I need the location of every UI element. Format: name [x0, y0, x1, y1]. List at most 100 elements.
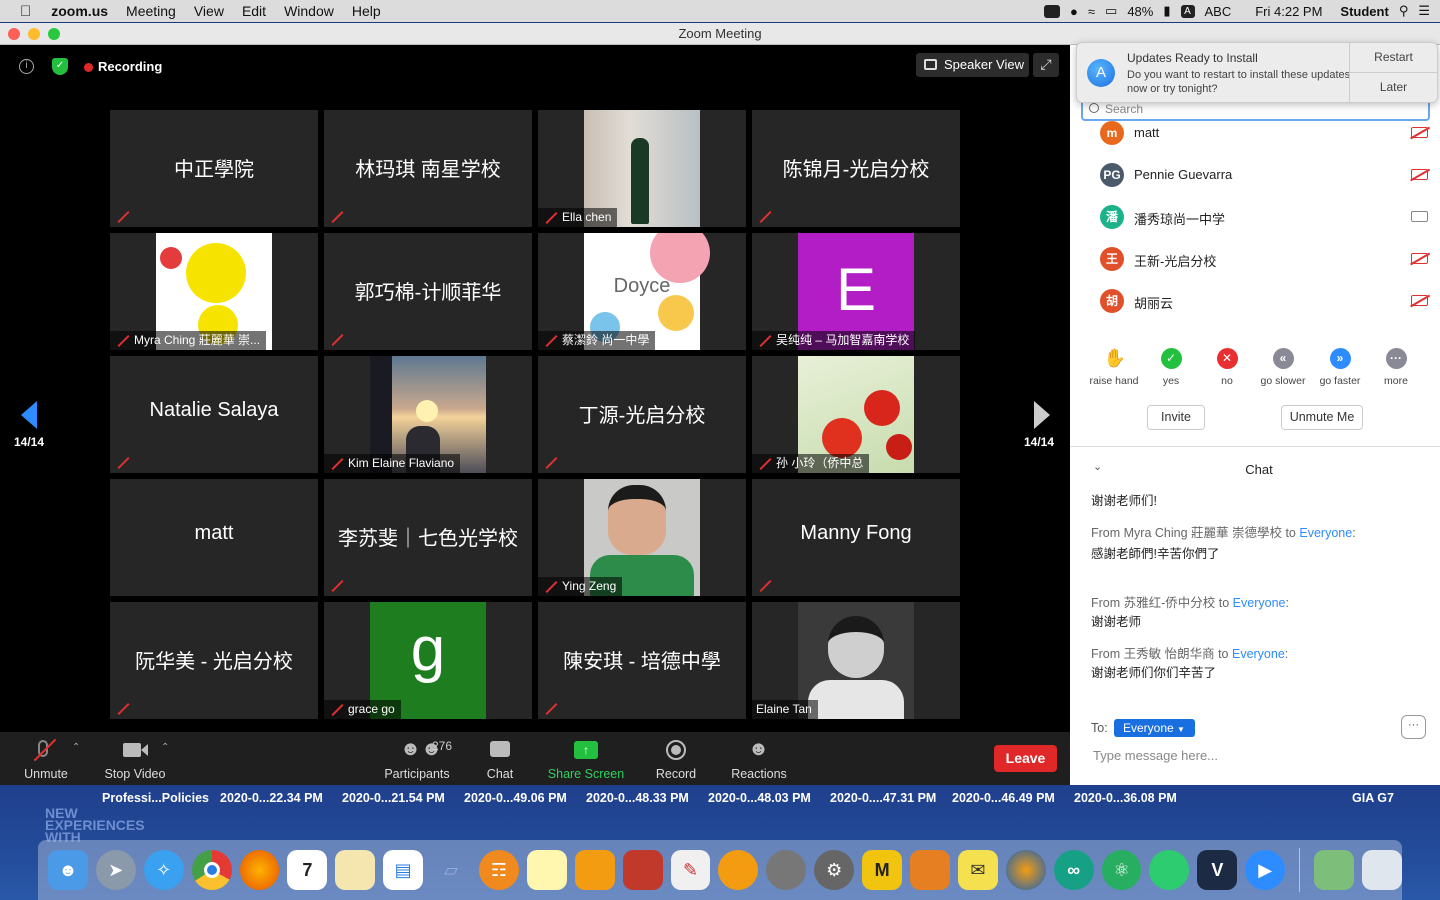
restart-button[interactable]: Restart [1350, 43, 1437, 73]
participant-tile[interactable]: Myra Ching 莊麗華 崇... [110, 233, 318, 350]
raise-hand-button[interactable]: ✋ raise hand [1084, 348, 1144, 387]
archive-icon[interactable] [910, 850, 950, 890]
blender-icon[interactable] [1005, 850, 1046, 890]
desktop-file[interactable]: 2020-0...49.06 PM [464, 791, 567, 805]
encryption-shield-icon[interactable]: ✓ [52, 58, 68, 75]
go-slower-button[interactable]: « go slower [1253, 348, 1313, 387]
system-preferences-icon[interactable]: ⚙ [814, 850, 855, 890]
minimize-window-icon[interactable] [28, 28, 40, 40]
input-source-label[interactable]: ABC [1205, 4, 1232, 19]
keynote-icon[interactable]: ▱ [431, 850, 471, 890]
video-options-chevron-icon[interactable]: ⌃ [161, 742, 169, 753]
menu-clock[interactable]: Fri 4:22 PM [1255, 4, 1322, 19]
photo-booth-icon[interactable] [622, 850, 663, 890]
notification-center-icon[interactable]: ☰ [1418, 3, 1430, 19]
more-feedback-button[interactable]: ··· more [1366, 348, 1426, 387]
audio-options-chevron-icon[interactable]: ⌃ [72, 742, 80, 753]
arduino-icon[interactable]: ∞ [1053, 850, 1094, 890]
participants-button[interactable]: ☻☻ 276 Participants [380, 738, 454, 781]
sketch-icon[interactable]: ✎ [670, 850, 711, 890]
menu-view[interactable]: View [194, 3, 224, 19]
desktop-file[interactable]: GIA G7 [1352, 791, 1394, 805]
menu-app[interactable]: zoom.us [51, 3, 108, 19]
firefox-icon[interactable] [239, 850, 280, 890]
preview-icon[interactable]: ✉ [957, 850, 998, 890]
chat-recipient-select[interactable]: Everyone ▼ [1114, 719, 1195, 737]
yes-button[interactable]: ✓ yes [1141, 348, 1201, 387]
chat-message-input[interactable]: Type message here... [1093, 748, 1218, 763]
downloads-stack-icon[interactable] [1314, 850, 1355, 890]
participant-row[interactable]: 王 王新-光启分校 [1100, 246, 1430, 272]
speaker-view-button[interactable]: Speaker View [916, 53, 1029, 77]
pages-icon[interactable] [335, 850, 376, 890]
desktop-file[interactable]: 2020-0...48.03 PM [708, 791, 811, 805]
menu-edit[interactable]: Edit [242, 3, 266, 19]
participant-tile[interactable]: 郭巧棉-计顺菲华 [324, 233, 532, 350]
unmute-me-button[interactable]: Unmute Me [1281, 405, 1363, 430]
evernote-icon[interactable] [1149, 850, 1190, 890]
prev-page-arrow-icon[interactable] [21, 401, 37, 429]
participant-tile[interactable]: 陈锦月-光启分校 [752, 110, 960, 227]
atom-icon[interactable]: ⚛ [1101, 850, 1142, 890]
later-button[interactable]: Later [1350, 73, 1437, 103]
participant-tile[interactable]: 阮华美 - 光启分校 [110, 602, 318, 719]
record-button[interactable]: Record [652, 738, 700, 781]
maximize-window-icon[interactable] [48, 28, 60, 40]
participant-row[interactable]: 潘 潘秀琼尚一中学 [1100, 204, 1430, 230]
reactions-button[interactable]: ☻ Reactions [728, 738, 790, 781]
participant-tile[interactable]: 中正學院 [110, 110, 318, 227]
launchpad-icon[interactable]: ➤ [95, 850, 136, 890]
participant-row[interactable]: PG Pennie Guevarra [1100, 162, 1430, 188]
participant-tile[interactable]: Elaine Tan [752, 602, 960, 719]
apple-menu-icon[interactable]:  [20, 3, 31, 20]
share-screen-button[interactable]: ↑ Share Screen [546, 738, 626, 781]
menu-meeting[interactable]: Meeting [126, 3, 176, 19]
notes-app-icon[interactable] [574, 850, 615, 890]
video-off-icon[interactable] [1411, 169, 1428, 180]
meeting-info-icon[interactable]: i [19, 59, 34, 74]
calendar-icon[interactable]: 7 [287, 850, 328, 890]
go-faster-button[interactable]: » go faster [1310, 348, 1370, 387]
participant-tile[interactable]: 陳安琪 - 培德中學 [538, 602, 746, 719]
chat-more-button[interactable]: ··· [1401, 715, 1426, 739]
video-off-icon[interactable] [1411, 253, 1428, 264]
zoom-icon[interactable]: ▶ [1245, 850, 1286, 890]
next-page-arrow-icon[interactable] [1034, 401, 1050, 429]
desktop-file[interactable]: 2020-0...22.34 PM [220, 791, 323, 805]
input-source-icon[interactable]: A [1180, 4, 1195, 18]
scratch-icon[interactable] [718, 850, 759, 890]
participant-tile[interactable]: Ying Zeng [538, 479, 746, 596]
trash-icon[interactable] [1362, 850, 1402, 890]
menu-window[interactable]: Window [284, 3, 334, 19]
desktop-file[interactable]: Professi...Policies [102, 791, 209, 805]
zoom-status-icon[interactable] [1044, 4, 1061, 18]
wifi-icon[interactable]: ≈ [1088, 4, 1095, 19]
update-notification[interactable]: A Updates Ready to Install Do you want t… [1076, 42, 1438, 103]
participant-row[interactable]: 胡 胡丽云 [1100, 288, 1430, 314]
participant-tile[interactable]: Natalie Salaya [110, 356, 318, 473]
participant-tile[interactable]: matt [110, 479, 318, 596]
participant-tile[interactable]: 孙 小玲（侨中总 [752, 356, 960, 473]
participant-tile[interactable]: 李苏斐｜七色光学校 [324, 479, 532, 596]
books-icon[interactable]: ☶ [479, 850, 519, 890]
participant-tile[interactable]: Kim Elaine Flaviano [324, 356, 532, 473]
video-off-icon[interactable] [1411, 295, 1428, 306]
video-off-icon[interactable] [1411, 127, 1428, 138]
recording-label[interactable]: Recording [98, 59, 162, 74]
chat-button[interactable]: Chat [478, 738, 522, 781]
mail-app-icon[interactable]: M [862, 850, 903, 890]
stop-video-button[interactable]: Stop Video [100, 738, 170, 781]
chat-to[interactable]: Everyone [1299, 526, 1352, 540]
vectorworks-icon[interactable]: V [1197, 850, 1238, 890]
participant-row[interactable]: m matt [1100, 120, 1430, 146]
chrome-icon[interactable] [191, 850, 232, 890]
finder-icon[interactable]: ☻ [48, 850, 88, 890]
no-button[interactable]: ✕ no [1197, 348, 1257, 387]
stickies-icon[interactable] [526, 850, 567, 890]
menu-help[interactable]: Help [352, 3, 381, 19]
participant-tile[interactable]: Ella chen [538, 110, 746, 227]
desktop-file[interactable]: 2020-0...48.33 PM [586, 791, 689, 805]
evernote-status-icon[interactable]: ● [1070, 4, 1078, 19]
desktop-file[interactable]: 2020-0...36.08 PM [1074, 791, 1177, 805]
close-window-icon[interactable] [8, 28, 20, 40]
